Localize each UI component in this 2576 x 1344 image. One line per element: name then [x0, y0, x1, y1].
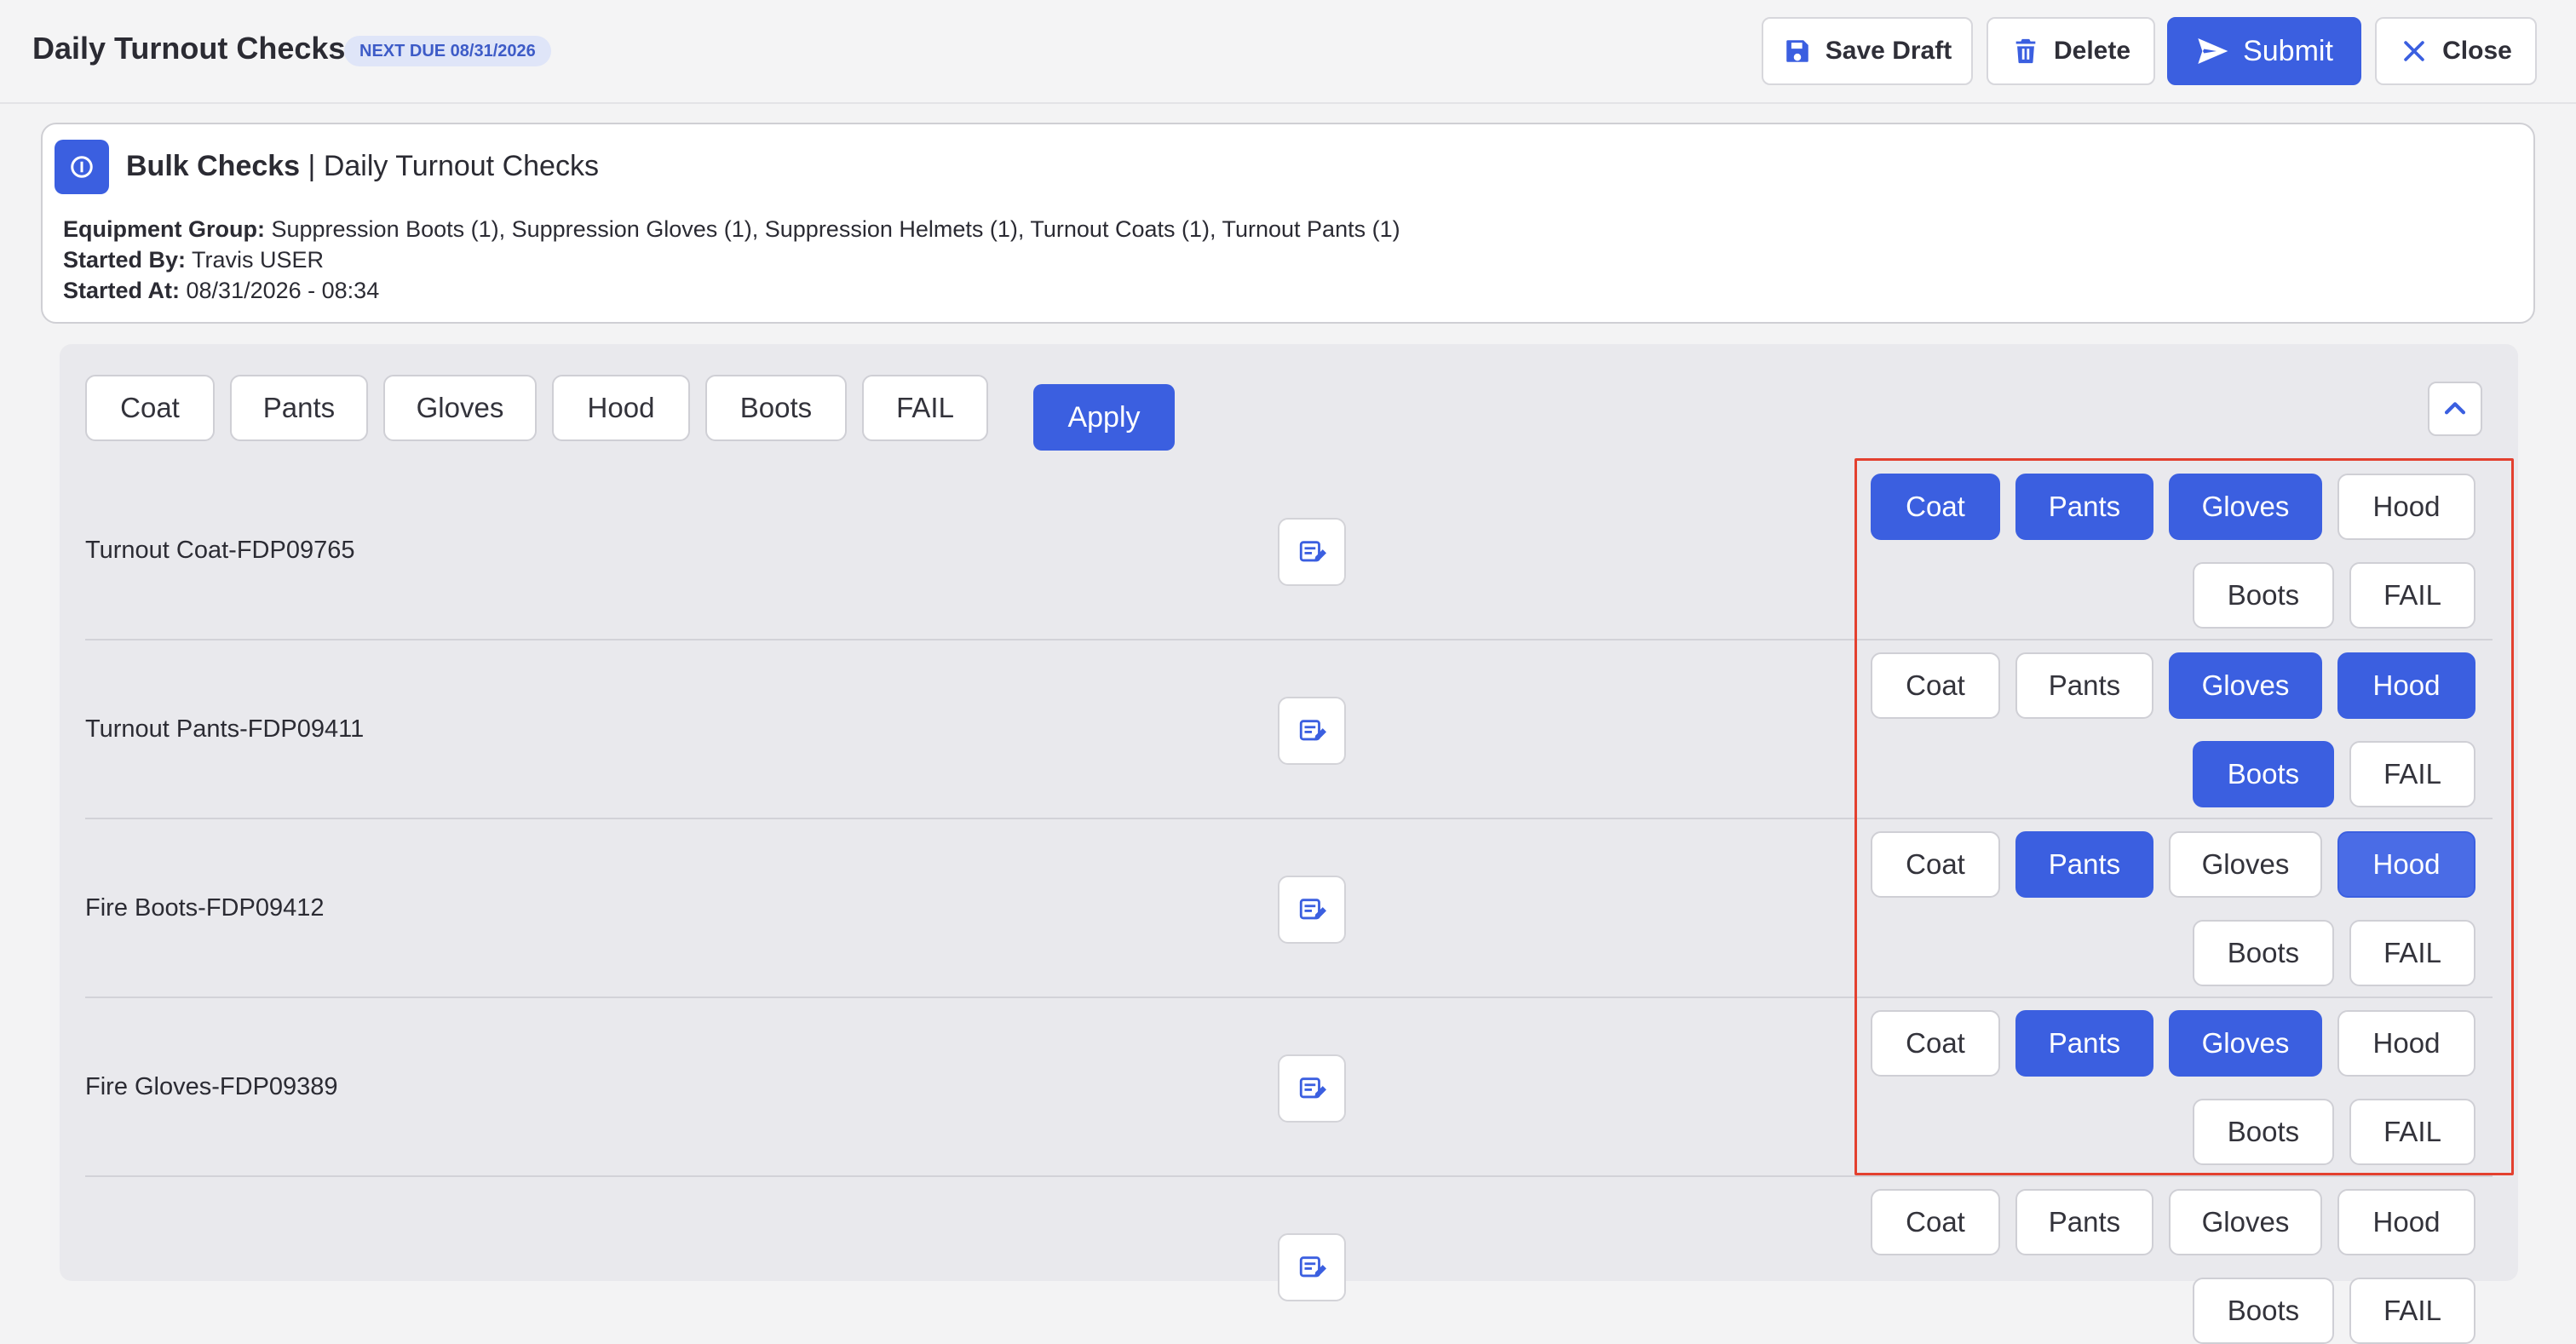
- bulk-chip-hood[interactable]: Hood: [552, 375, 690, 441]
- info-heading: Bulk Checks | Daily Turnout Checks: [126, 150, 599, 183]
- edit-note-icon: [1299, 1077, 1326, 1099]
- edit-note-icon: [1299, 1256, 1326, 1278]
- equipment-row-label: Fire Gloves-FDP09389: [85, 1073, 338, 1100]
- info-icon: [55, 140, 109, 194]
- close-icon: [2404, 41, 2424, 61]
- row-chip-pants[interactable]: Pants: [2015, 1010, 2153, 1077]
- row-chip-hood[interactable]: Hood: [2337, 652, 2475, 719]
- save-icon: [1786, 40, 1808, 62]
- info-heading-bold: Bulk Checks: [126, 150, 301, 182]
- edit-note-icon: [1299, 899, 1326, 920]
- row-chip-hood[interactable]: Hood: [2337, 474, 2475, 540]
- row-chip-coat[interactable]: Coat: [1871, 831, 2000, 898]
- row-chip-pants[interactable]: Pants: [2015, 1189, 2153, 1255]
- bulk-chip-pants[interactable]: Pants: [230, 375, 368, 441]
- started-at-value: 08/31/2026 - 08:34: [180, 278, 380, 303]
- row-divider: [85, 639, 2493, 640]
- row-divider: [85, 1175, 2493, 1177]
- next-due-badge: NEXT DUE 08/31/2026: [344, 36, 551, 66]
- row-chip-fail[interactable]: FAIL: [2349, 741, 2475, 807]
- close-button[interactable]: Close: [2375, 17, 2537, 85]
- edit-note-icon: [1299, 541, 1326, 562]
- save-draft-label: Save Draft: [1825, 37, 1952, 65]
- equipment-row-label: Fire Boots-FDP09412: [85, 894, 325, 922]
- delete-label: Delete: [2053, 37, 2131, 65]
- edit-notes-button[interactable]: [1278, 876, 1346, 944]
- bulk-chip-coat[interactable]: Coat: [85, 375, 215, 441]
- row-chip-fail[interactable]: FAIL: [2349, 1278, 2475, 1344]
- row-chip-boots[interactable]: Boots: [2193, 1099, 2334, 1165]
- edit-notes-button[interactable]: [1278, 697, 1346, 765]
- row-chip-gloves[interactable]: Gloves: [2169, 1010, 2322, 1077]
- row-chip-hood[interactable]: Hood: [2337, 831, 2475, 898]
- row-chip-pants[interactable]: Pants: [2015, 831, 2153, 898]
- row-chip-gloves[interactable]: Gloves: [2169, 474, 2322, 540]
- row-chip-coat[interactable]: Coat: [1871, 652, 2000, 719]
- equipment-group-line: Equipment Group: Suppression Boots (1), …: [63, 216, 1400, 243]
- equipment-row-label: Turnout Coat-FDP09765: [85, 537, 355, 564]
- row-chip-hood[interactable]: Hood: [2337, 1010, 2475, 1077]
- row-chip-fail[interactable]: FAIL: [2349, 562, 2475, 629]
- equipment-row-label: Turnout Pants-FDP09411: [85, 715, 365, 743]
- row-divider: [85, 997, 2493, 998]
- row-chip-boots[interactable]: Boots: [2193, 741, 2334, 807]
- submit-label: Submit: [2243, 34, 2333, 67]
- row-chip-gloves[interactable]: Gloves: [2169, 1189, 2322, 1255]
- row-chip-pants[interactable]: Pants: [2015, 652, 2153, 719]
- row-chip-fail[interactable]: FAIL: [2349, 920, 2475, 986]
- collapse-button[interactable]: [2428, 382, 2482, 436]
- edit-notes-button[interactable]: [1278, 518, 1346, 586]
- row-chip-hood[interactable]: Hood: [2337, 1189, 2475, 1255]
- equipment-group-value: Suppression Boots (1), Suppression Glove…: [264, 216, 1400, 242]
- row-chip-coat[interactable]: Coat: [1871, 1189, 2000, 1255]
- row-chip-pants[interactable]: Pants: [2015, 474, 2153, 540]
- chevron-up-icon: [2444, 402, 2466, 415]
- row-chip-coat[interactable]: Coat: [1871, 1010, 2000, 1077]
- row-divider: [85, 818, 2493, 819]
- close-label: Close: [2442, 37, 2512, 65]
- bulk-chip-fail[interactable]: FAIL: [862, 375, 988, 441]
- send-icon: [2198, 38, 2228, 64]
- edit-note-icon: [1299, 720, 1326, 741]
- edit-notes-button[interactable]: [1278, 1233, 1346, 1301]
- page-title: Daily Turnout Checks: [32, 31, 346, 66]
- bulk-chip-gloves[interactable]: Gloves: [383, 375, 537, 441]
- bulk-chip-boots[interactable]: Boots: [705, 375, 847, 441]
- started-by-label: Started By:: [63, 247, 187, 273]
- started-at-label: Started At:: [63, 278, 181, 303]
- row-chip-fail[interactable]: FAIL: [2349, 1099, 2475, 1165]
- apply-button[interactable]: Apply: [1033, 384, 1175, 451]
- submit-button[interactable]: Submit: [2167, 17, 2361, 85]
- trash-icon: [2015, 38, 2036, 64]
- row-chip-coat[interactable]: Coat: [1871, 474, 2000, 540]
- row-chip-boots[interactable]: Boots: [2193, 562, 2334, 629]
- info-heading-rest: | Daily Turnout Checks: [300, 150, 599, 182]
- started-by-value: Travis USER: [186, 247, 325, 273]
- row-chip-gloves[interactable]: Gloves: [2169, 831, 2322, 898]
- edit-notes-button[interactable]: [1278, 1054, 1346, 1123]
- row-chip-boots[interactable]: Boots: [2193, 920, 2334, 986]
- equipment-group-label: Equipment Group:: [63, 216, 265, 242]
- save-draft-button[interactable]: Save Draft: [1762, 17, 1973, 85]
- started-at-line: Started At: 08/31/2026 - 08:34: [63, 278, 379, 304]
- row-chip-gloves[interactable]: Gloves: [2169, 652, 2322, 719]
- started-by-line: Started By: Travis USER: [63, 247, 324, 273]
- row-chip-boots[interactable]: Boots: [2193, 1278, 2334, 1344]
- delete-button[interactable]: Delete: [1987, 17, 2155, 85]
